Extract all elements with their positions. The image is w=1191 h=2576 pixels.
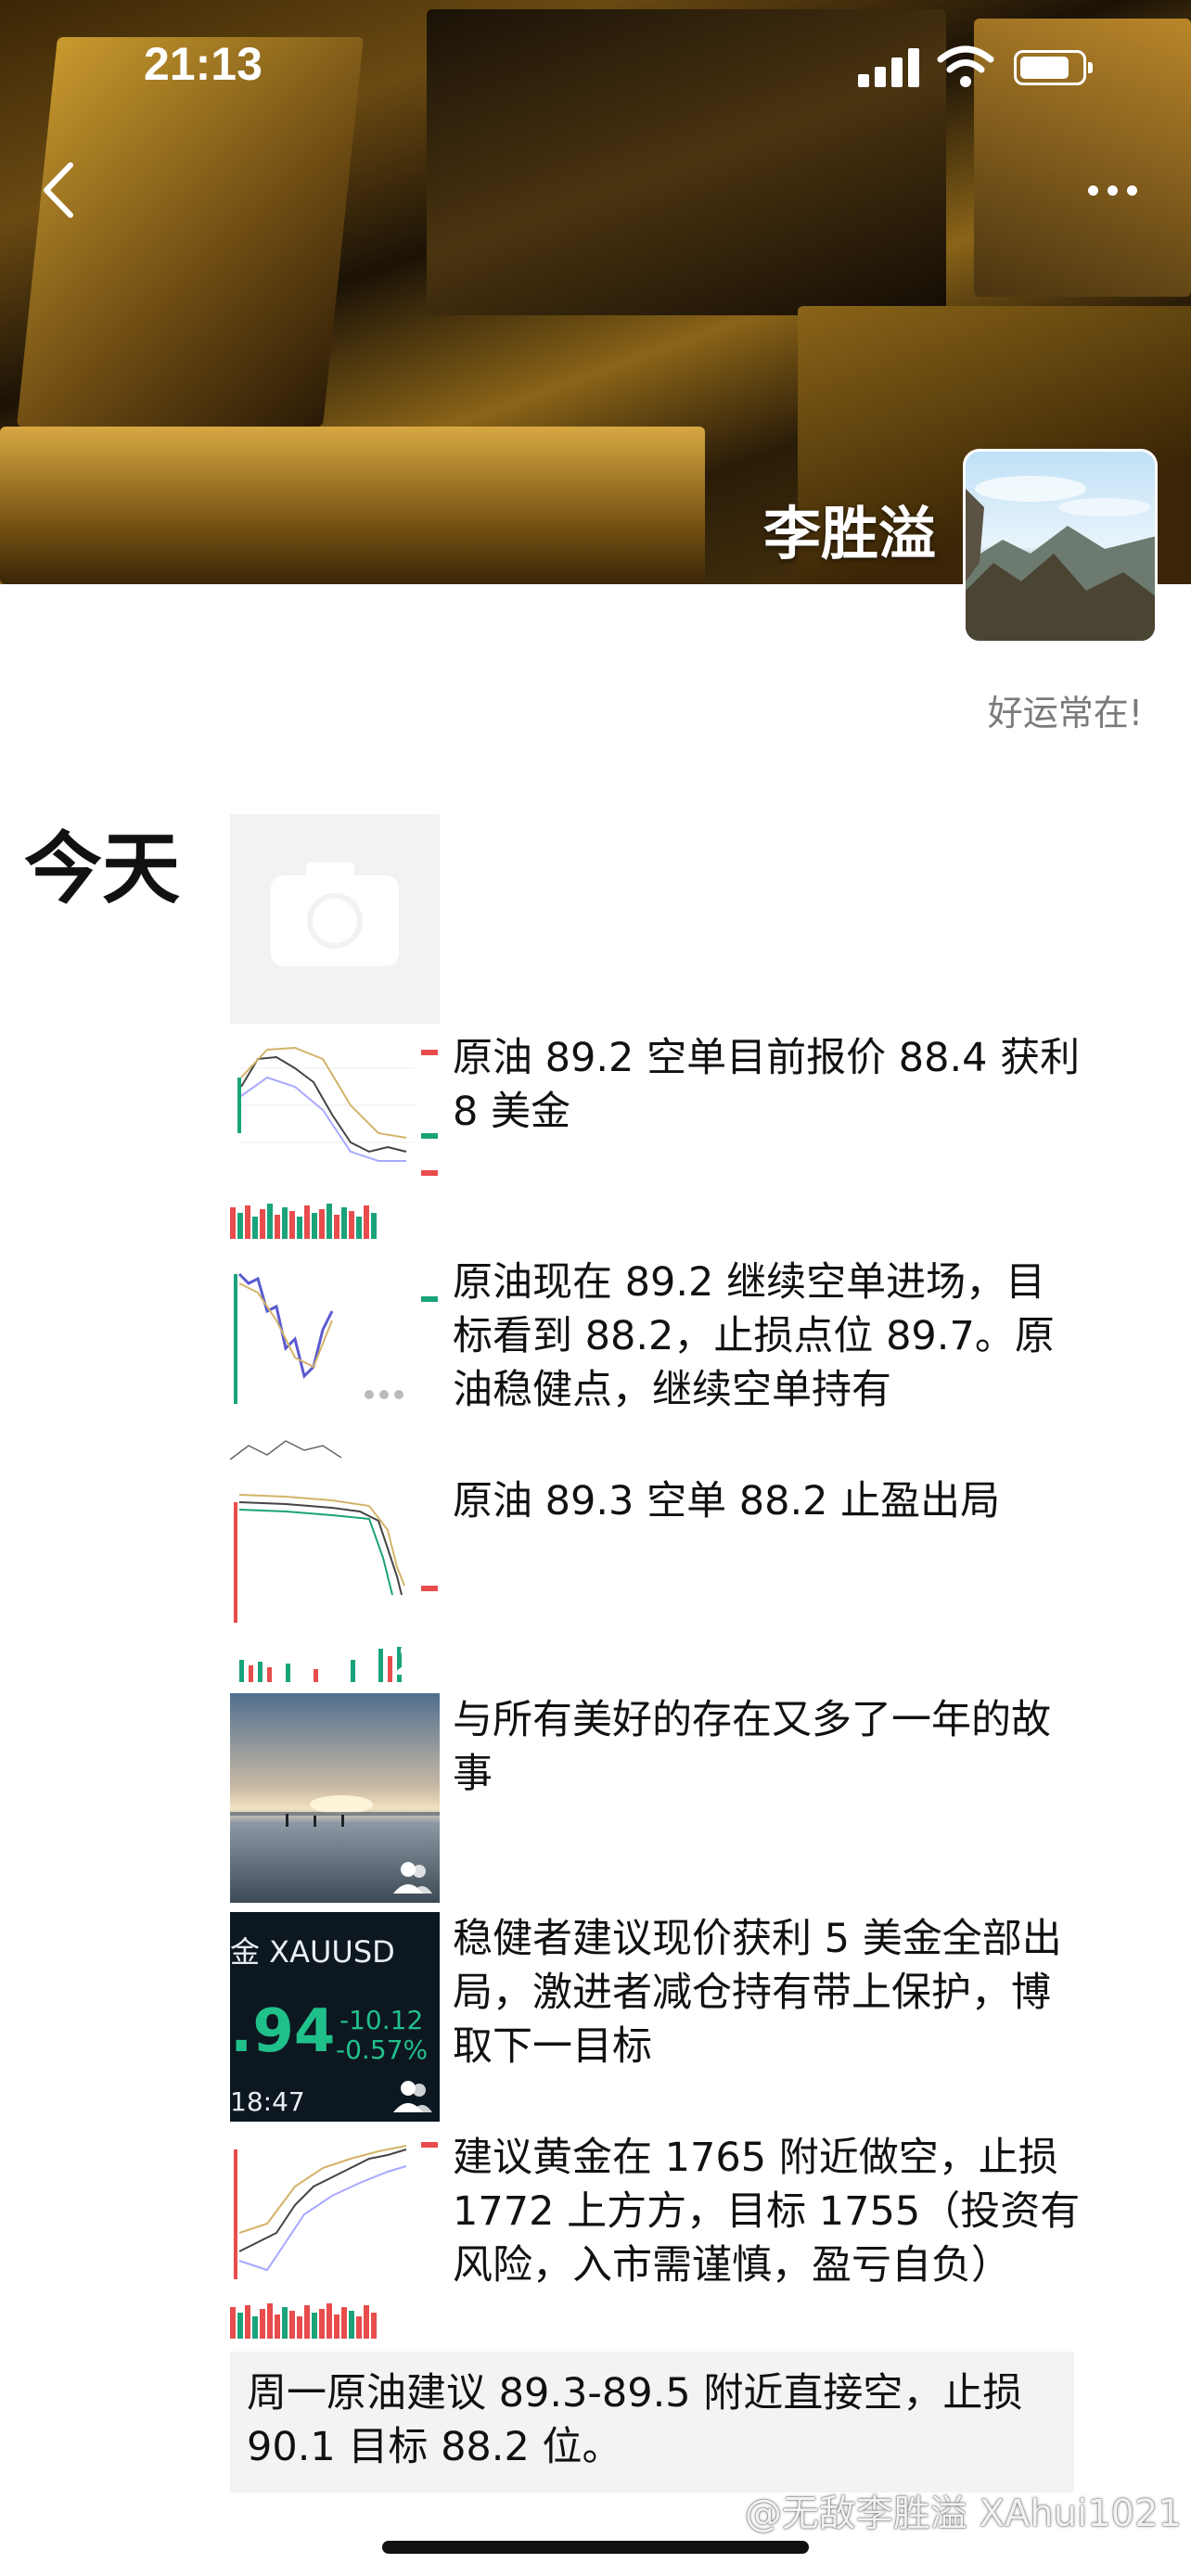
moment-post[interactable]: 金 XAUUSD .94 -10.12 -0.57% 18:47 稳健者建议现价… bbox=[230, 1912, 1083, 2122]
group-visibility-icon bbox=[393, 1862, 432, 1894]
battery-icon bbox=[1014, 50, 1093, 85]
signal-icon bbox=[858, 46, 921, 87]
post-text: 原油 89.3 空单 88.2 止盈出局 bbox=[453, 1478, 1001, 1524]
post-thumbnail: 金 XAUUSD .94 -10.12 -0.57% 18:47 bbox=[230, 1912, 440, 2122]
moment-post[interactable]: 原油现在 89.2 继续空单进场，目标看到 88.2，止损点位 89.7。原油稳… bbox=[230, 1256, 1083, 1465]
quote-change: -10.12 bbox=[339, 2005, 424, 2035]
quote-symbol: 金 XAUUSD bbox=[230, 1934, 395, 1970]
post-photo-button[interactable] bbox=[230, 814, 440, 1024]
group-visibility-icon bbox=[393, 1200, 432, 1231]
quote-price: .94 bbox=[230, 1997, 336, 2066]
post-text: 建议黄金在 1765 附近做空，止损 1772 上方方，目标 1755（投资有风… bbox=[453, 2135, 1081, 2289]
moment-post[interactable]: 原油 89.3 空单 88.2 止盈出局 bbox=[230, 1474, 1083, 1684]
post-thumbnail bbox=[230, 1256, 440, 1465]
moment-post[interactable]: 原油 89.2 空单目前报价 88.4 获利 8 美金 bbox=[230, 1031, 1083, 1241]
more-options-button[interactable] bbox=[1081, 181, 1146, 199]
home-indicator bbox=[382, 2541, 809, 2554]
post-text: 与所有美好的存在又多了一年的故事 bbox=[453, 1697, 1051, 1797]
post-text: 原油现在 89.2 继续空单进场，目标看到 88.2，止损点位 89.7。原油稳… bbox=[453, 1259, 1055, 1413]
camera-icon bbox=[271, 862, 399, 966]
date-label: 今天 bbox=[24, 823, 181, 914]
quote-time: 18:47 bbox=[230, 2086, 305, 2117]
mountain-photo bbox=[966, 476, 1155, 641]
back-button[interactable] bbox=[37, 158, 83, 223]
profile-name: 李胜溢 bbox=[762, 500, 936, 567]
gold-bar bbox=[16, 37, 365, 427]
post-text: 稳健者建议现价获利 5 美金全部出局，激进者减仓持有带上保护，博取下一目标 bbox=[453, 1916, 1062, 2070]
gold-bar bbox=[0, 427, 705, 584]
moment-post[interactable]: 与所有美好的存在又多了一年的故事 bbox=[230, 1693, 1083, 1903]
wifi-icon bbox=[937, 45, 994, 87]
group-visibility-icon bbox=[393, 2081, 432, 2112]
group-visibility-icon bbox=[393, 1424, 432, 1456]
post-thumbnail bbox=[230, 1693, 440, 1903]
post-thumbnail bbox=[230, 1031, 440, 1241]
moment-post[interactable]: 建议黄金在 1765 附近做空，止损 1772 上方方，目标 1755（投资有风… bbox=[230, 2131, 1083, 2340]
group-visibility-icon bbox=[393, 2300, 432, 2331]
post-thumbnail bbox=[230, 1474, 440, 1684]
status-time: 21:13 bbox=[144, 38, 263, 90]
quote-change-percent: -0.57% bbox=[336, 2034, 429, 2065]
moment-post-text-only[interactable]: 周一原油建议 89.3-89.5 附近直接空，止损 90.1 目标 88.2 位… bbox=[230, 2352, 1074, 2493]
watermark: @无敌李胜溢 XAhui1021 bbox=[744, 2493, 1182, 2535]
post-thumbnail bbox=[230, 2131, 440, 2340]
profile-signature: 好运常在! bbox=[987, 693, 1143, 733]
avatar[interactable] bbox=[963, 449, 1158, 644]
post-text: 周一原油建议 89.3-89.5 附近直接空，止损 90.1 目标 88.2 位… bbox=[247, 2370, 1023, 2470]
group-visibility-icon bbox=[393, 1643, 432, 1675]
post-text: 原油 89.2 空单目前报价 88.4 获利 8 美金 bbox=[453, 1035, 1081, 1135]
